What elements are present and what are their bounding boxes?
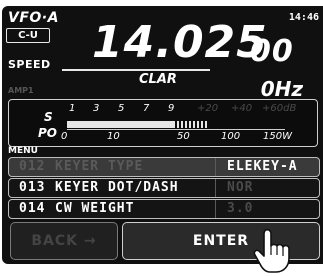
speed-indicator-line bbox=[62, 69, 210, 71]
menu-label: MENU bbox=[8, 146, 38, 156]
transceiver-display: VFO·A C-U 14:46 14.025 00 SPEED CLAR 0Hz… bbox=[0, 0, 323, 276]
menu-item-name: CW WEIGHT bbox=[55, 201, 135, 216]
back-button[interactable]: BACK → bbox=[10, 222, 118, 260]
frequency-sub: 00 bbox=[250, 34, 294, 69]
menu-item-value: ELEKEY-A bbox=[227, 159, 298, 174]
menu-item-keyer-dot-dash[interactable]: 013 KEYER DOT/DASH NOR bbox=[8, 178, 320, 198]
menu-item-number: 014 bbox=[19, 201, 46, 216]
s-tick-label: 5 bbox=[118, 103, 125, 114]
po-tick-label: 0 bbox=[61, 131, 68, 142]
clock: 14:46 bbox=[288, 12, 319, 23]
s-meter-bar bbox=[67, 121, 173, 128]
s-po-meter: S PO 1 3 5 7 9 +20 +40 +60dB 0 10 50 100… bbox=[8, 99, 318, 147]
clar-label: CLAR bbox=[139, 72, 177, 87]
s-tick-label: +20 bbox=[197, 103, 219, 114]
po-tick-label: 100 bbox=[221, 131, 241, 142]
back-button-label: BACK bbox=[31, 233, 79, 249]
menu-item-value: NOR bbox=[227, 180, 254, 195]
amp-label: AMP1 bbox=[8, 86, 34, 95]
menu-item-cw-weight[interactable]: 014 CW WEIGHT 3.0 bbox=[8, 199, 320, 219]
lcd-panel: VFO·A C-U 14:46 14.025 00 SPEED CLAR 0Hz… bbox=[2, 6, 323, 264]
menu-row-divider bbox=[215, 200, 216, 218]
menu-item-number: 013 bbox=[19, 180, 46, 195]
frequency-main[interactable]: 14.025 bbox=[92, 19, 268, 67]
menu-row-divider bbox=[215, 158, 216, 176]
pointing-hand-icon bbox=[253, 228, 290, 273]
menu-item-value: 3.0 bbox=[227, 201, 254, 216]
s-tick-label: 3 bbox=[93, 103, 100, 114]
menu-item-name: KEYER DOT/DASH bbox=[55, 180, 179, 195]
po-tick-label: 150W bbox=[263, 131, 292, 142]
s-tick-label: +40 bbox=[231, 103, 253, 114]
speed-label: SPEED bbox=[8, 58, 51, 71]
menu-row-divider bbox=[215, 179, 216, 197]
mode-badge[interactable]: C-U bbox=[6, 28, 50, 43]
menu-item-name: KEYER TYPE bbox=[55, 159, 144, 174]
s-meter-hatch bbox=[173, 121, 209, 128]
s-tick-label: 1 bbox=[69, 103, 76, 114]
menu-item-keyer-type[interactable]: 012 KEYER TYPE ELEKEY-A bbox=[8, 157, 320, 177]
s-tick-label: +60dB bbox=[262, 103, 297, 114]
menu-item-number: 012 bbox=[19, 159, 46, 174]
meter-scale-line bbox=[67, 129, 285, 130]
po-tick-label: 10 bbox=[107, 131, 120, 142]
arrow-right-icon: → bbox=[83, 233, 97, 249]
clar-value: 0Hz bbox=[260, 77, 303, 101]
s-tick-label: 7 bbox=[143, 103, 150, 114]
vfo-label: VFO·A bbox=[8, 10, 59, 26]
po-meter-label: PO bbox=[38, 126, 57, 140]
s-meter-label: S bbox=[44, 110, 53, 124]
s-tick-label: 9 bbox=[168, 103, 175, 114]
po-tick-label: 50 bbox=[177, 131, 190, 142]
